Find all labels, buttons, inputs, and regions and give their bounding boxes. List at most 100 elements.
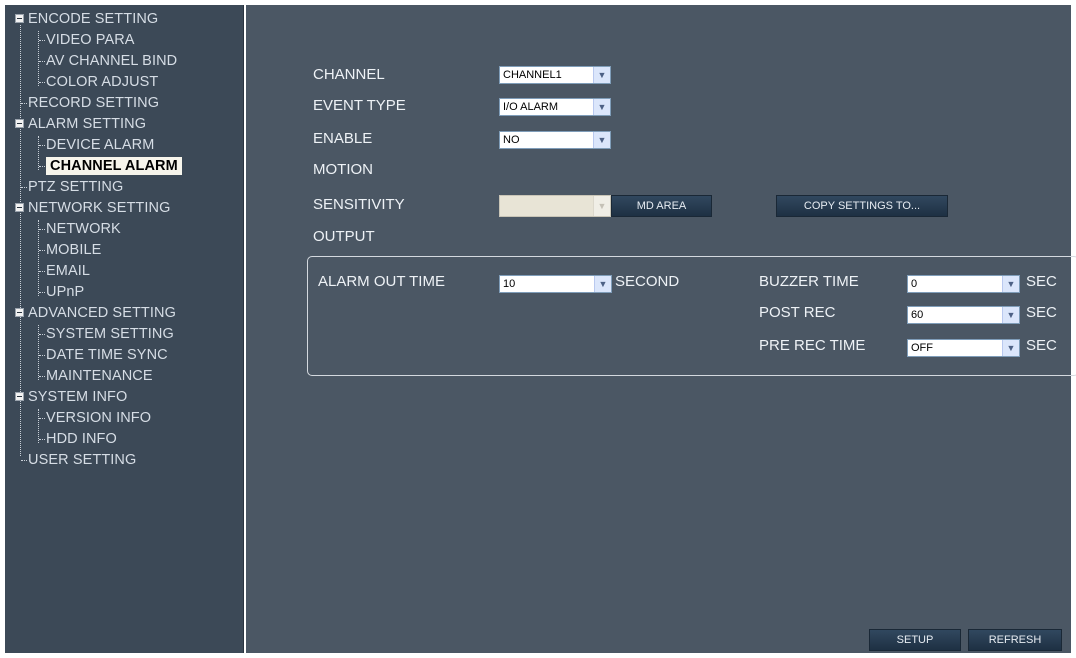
- tree-line: [39, 376, 45, 377]
- post-rec-select[interactable]: 60 ▼: [907, 306, 1020, 324]
- pre-rec-time-select[interactable]: OFF ▼: [907, 339, 1020, 357]
- channel-alarm-panel: CHANNEL CHANNEL1 ▼ EVENT TYPE I/O ALARM …: [246, 5, 1076, 653]
- motion-label: MOTION: [313, 161, 373, 178]
- tree-item-label: VERSION INFO: [46, 410, 152, 426]
- copy-settings-button[interactable]: COPY SETTINGS TO...: [776, 195, 948, 217]
- tree-item-user-setting[interactable]: USER SETTING: [28, 450, 136, 470]
- tree-line: [21, 460, 27, 461]
- alarm-out-time-label: ALARM OUT TIME: [318, 273, 445, 290]
- tree-item-label: ENCODE SETTING: [28, 11, 159, 27]
- tree-item-mobile[interactable]: MOBILE: [46, 240, 101, 260]
- buzzer-time-select[interactable]: 0 ▼: [907, 275, 1020, 293]
- tree-line: [38, 136, 39, 170]
- tree-line: [39, 439, 45, 440]
- tree-item-channel-alarm[interactable]: CHANNEL ALARM: [46, 156, 182, 176]
- tree-item-version-info[interactable]: VERSION INFO: [46, 408, 151, 428]
- tree-line: [39, 82, 45, 83]
- tree-item-av-channel-bind[interactable]: AV CHANNEL BIND: [46, 51, 177, 71]
- buzzer-time-label: BUZZER TIME: [759, 273, 859, 290]
- alarm-out-time-unit: SECOND: [615, 273, 680, 290]
- tree-item-alarm-setting[interactable]: ALARM SETTING: [28, 114, 146, 134]
- pre-rec-time-unit: SEC: [1026, 337, 1057, 354]
- tree-item-date-time-sync[interactable]: DATE TIME SYNC: [46, 345, 168, 365]
- tree-line: [39, 334, 45, 335]
- tree-item-record-setting[interactable]: RECORD SETTING: [28, 93, 159, 113]
- chevron-down-icon[interactable]: ▼: [593, 67, 610, 83]
- tree-line: [39, 40, 45, 41]
- chevron-down-icon: ▼: [593, 196, 610, 216]
- tree-line: [39, 145, 45, 146]
- tree-item-color-adjust[interactable]: COLOR ADJUST: [46, 72, 158, 92]
- tree-item-ptz-setting[interactable]: PTZ SETTING: [28, 177, 123, 197]
- channel-select-value: CHANNEL1: [503, 69, 562, 81]
- event-type-label: EVENT TYPE: [313, 97, 406, 114]
- output-label: OUTPUT: [313, 228, 375, 245]
- tree-item-encode-setting[interactable]: ENCODE SETTING: [28, 9, 158, 29]
- tree-item-maintenance[interactable]: MAINTENANCE: [46, 366, 153, 386]
- tree-item-label: MOBILE: [46, 242, 102, 258]
- sensitivity-select: ▼: [499, 195, 611, 217]
- tree-item-system-setting[interactable]: SYSTEM SETTING: [46, 324, 174, 344]
- tree-item-email[interactable]: EMAIL: [46, 261, 90, 281]
- tree-item-label: MAINTENANCE: [46, 368, 153, 384]
- alarm-out-time-value: 10: [503, 278, 516, 290]
- tree-item-label: CHANNEL ALARM: [46, 157, 182, 175]
- tree-item-label: VIDEO PARA: [46, 32, 135, 48]
- buzzer-time-value: 0: [911, 278, 918, 290]
- tree-item-upnp[interactable]: UPnP: [46, 282, 84, 302]
- tree-item-label: NETWORK SETTING: [28, 200, 171, 216]
- chevron-down-icon[interactable]: ▼: [593, 99, 610, 115]
- channel-select[interactable]: CHANNEL1 ▼: [499, 66, 611, 84]
- tree-item-network[interactable]: NETWORK: [46, 219, 121, 239]
- tree-item-label: AV CHANNEL BIND: [46, 53, 178, 69]
- tree-line: [21, 103, 27, 104]
- tree-item-label: SYSTEM SETTING: [46, 326, 174, 342]
- chevron-down-icon[interactable]: ▼: [1002, 276, 1019, 292]
- dvr-settings-window: ENCODE SETTING VIDEO PARA AV CHANNEL BIN…: [5, 5, 1076, 653]
- tree-item-label: DEVICE ALARM: [46, 137, 155, 153]
- event-type-select[interactable]: I/O ALARM ▼: [499, 98, 611, 116]
- tree-item-network-setting[interactable]: NETWORK SETTING: [28, 198, 170, 218]
- tree-item-system-info[interactable]: SYSTEM INFO: [28, 387, 127, 407]
- chevron-down-icon[interactable]: ▼: [1002, 307, 1019, 323]
- tree-line: [38, 409, 39, 443]
- tree-item-hdd-info[interactable]: HDD INFO: [46, 429, 117, 449]
- chevron-down-icon[interactable]: ▼: [594, 276, 611, 292]
- tree-line: [38, 220, 39, 296]
- tree-item-label: DATE TIME SYNC: [46, 347, 168, 363]
- buzzer-time-unit: SEC: [1026, 273, 1057, 290]
- collapse-icon[interactable]: [15, 392, 24, 401]
- enable-select[interactable]: NO ▼: [499, 131, 611, 149]
- settings-tree-sidebar: ENCODE SETTING VIDEO PARA AV CHANNEL BIN…: [5, 5, 244, 653]
- chevron-down-icon[interactable]: ▼: [593, 132, 610, 148]
- refresh-button[interactable]: REFRESH: [968, 629, 1062, 651]
- tree-line: [39, 229, 45, 230]
- post-rec-unit: SEC: [1026, 304, 1057, 321]
- setup-button[interactable]: SETUP: [869, 629, 961, 651]
- tree-line: [39, 166, 45, 167]
- collapse-icon[interactable]: [15, 119, 24, 128]
- collapse-icon[interactable]: [15, 14, 24, 23]
- tree-item-label: ADVANCED SETTING: [28, 305, 176, 321]
- alarm-out-time-select[interactable]: 10 ▼: [499, 275, 612, 293]
- tree-line: [39, 292, 45, 293]
- tree-item-label: COLOR ADJUST: [46, 74, 159, 90]
- tree-line: [39, 418, 45, 419]
- collapse-icon[interactable]: [15, 203, 24, 212]
- tree-item-advanced-setting[interactable]: ADVANCED SETTING: [28, 303, 176, 323]
- tree-item-video-para[interactable]: VIDEO PARA: [46, 30, 135, 50]
- tree-item-label: EMAIL: [46, 263, 91, 279]
- pre-rec-time-label: PRE REC TIME: [759, 337, 866, 354]
- event-type-select-value: I/O ALARM: [503, 101, 559, 113]
- md-area-button[interactable]: MD AREA: [611, 195, 712, 217]
- chevron-down-icon[interactable]: ▼: [1002, 340, 1019, 356]
- post-rec-label: POST REC: [759, 304, 836, 321]
- tree-item-device-alarm[interactable]: DEVICE ALARM: [46, 135, 154, 155]
- tree-item-label: USER SETTING: [28, 452, 137, 468]
- enable-select-value: NO: [503, 134, 520, 146]
- tree-item-label: ALARM SETTING: [28, 116, 147, 132]
- channel-label: CHANNEL: [313, 66, 385, 83]
- tree-item-label: NETWORK: [46, 221, 121, 237]
- collapse-icon[interactable]: [15, 308, 24, 317]
- pre-rec-time-value: OFF: [911, 342, 933, 354]
